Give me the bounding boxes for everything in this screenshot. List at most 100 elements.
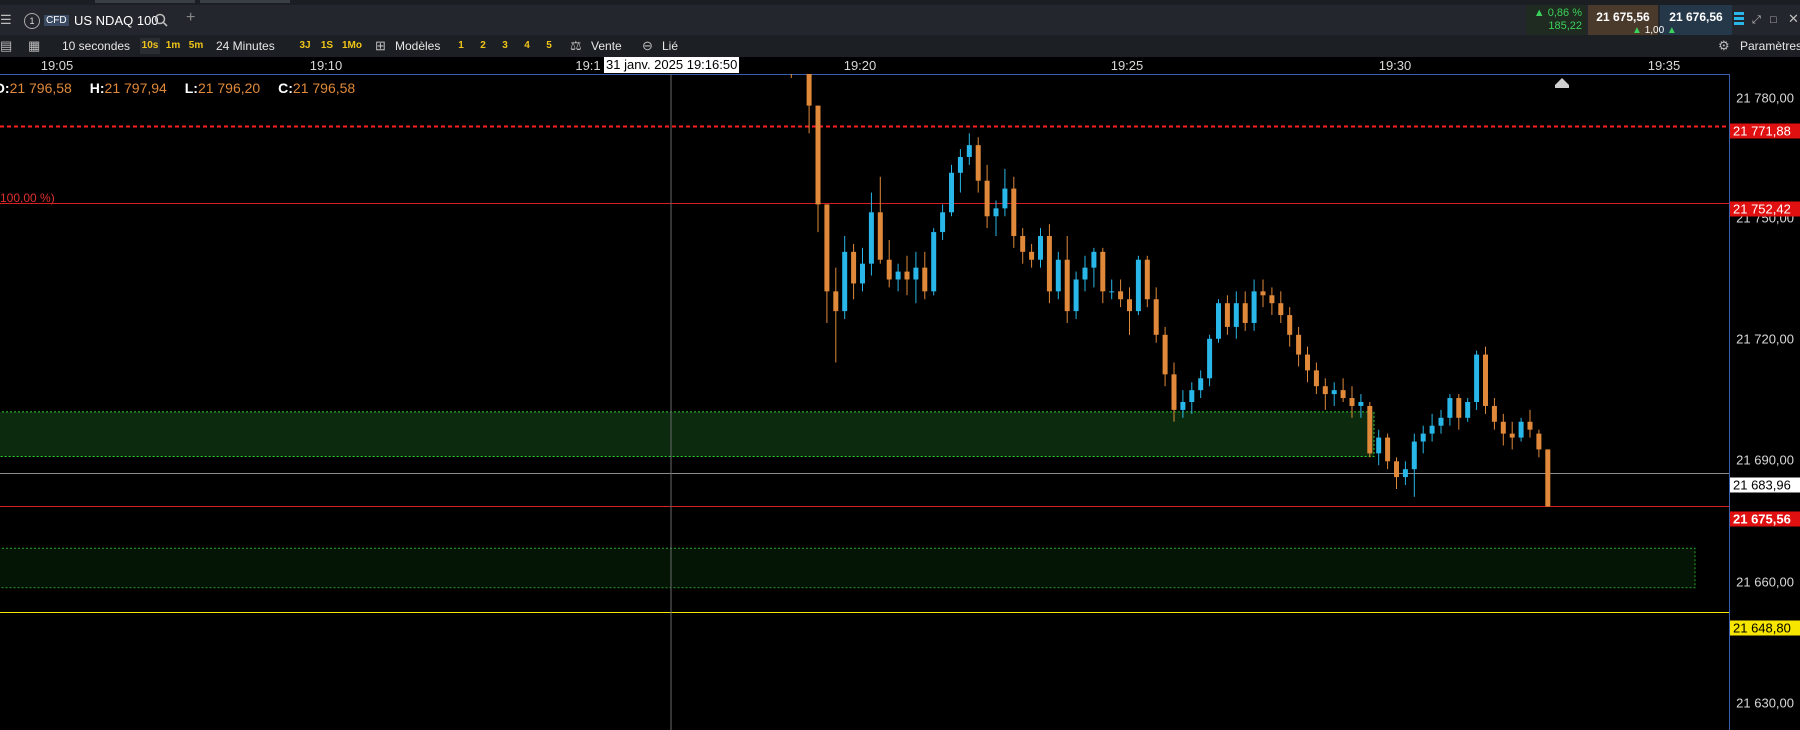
candle	[1135, 255, 1141, 316]
price-chart[interactable]	[0, 74, 1800, 730]
layout-3[interactable]: 3	[496, 38, 514, 54]
candle	[1438, 409, 1444, 434]
price-tick: 21 660,00	[1736, 574, 1794, 590]
candle	[1233, 291, 1239, 339]
candle	[949, 164, 954, 217]
candle	[1527, 409, 1533, 438]
candle	[1518, 417, 1524, 442]
cfd-badge: CFD	[44, 15, 69, 26]
candle-body	[1055, 259, 1061, 292]
search-icon[interactable]	[154, 13, 168, 30]
candle-body	[1358, 402, 1364, 406]
templates-menu[interactable]: Modèles	[395, 39, 440, 53]
candle-body	[1002, 188, 1008, 209]
time-tick: 19:05	[40, 58, 74, 73]
candle	[833, 267, 839, 363]
candle	[1082, 255, 1088, 292]
candle	[815, 105, 821, 233]
candle-body	[1518, 421, 1524, 438]
candle	[860, 247, 865, 292]
candle-body	[1082, 267, 1088, 280]
candle	[1278, 291, 1284, 323]
candle-body	[957, 156, 963, 173]
ohlc-legend: O:21 796,58 H:21 797,94 L:21 796,20 C:21…	[0, 80, 369, 96]
interval-10s[interactable]: 10s	[140, 38, 160, 54]
candle-body	[1073, 279, 1079, 312]
candle	[1394, 457, 1399, 489]
level-tag-red[interactable]: 21 752,42	[1730, 201, 1800, 217]
period-1mo[interactable]: 1Mo	[339, 38, 365, 54]
settings-button[interactable]: Paramètres	[1740, 39, 1800, 53]
plus-icon[interactable]: +	[186, 10, 195, 26]
candle-body	[1411, 441, 1417, 470]
level-tag-red-dashed[interactable]: 21 771,88	[1730, 123, 1800, 139]
candle-body	[1198, 378, 1204, 391]
candle-body	[1536, 433, 1542, 450]
candle	[1091, 247, 1097, 288]
layout-4[interactable]: 4	[518, 38, 536, 54]
close-icon[interactable]: ✕	[1788, 12, 1799, 26]
candle	[1038, 228, 1043, 268]
candle-body	[1385, 437, 1391, 462]
candle-body	[1474, 354, 1480, 402]
layout-2[interactable]: 2	[474, 38, 492, 54]
level-tag-yellow[interactable]: 21 648,80	[1730, 620, 1800, 636]
period-3j[interactable]: 3J	[295, 38, 315, 54]
sell-icon: ⚖	[570, 38, 582, 53]
candle-body	[1456, 398, 1462, 418]
gear-icon[interactable]: ⚙	[1718, 39, 1730, 53]
interval-5m[interactable]: 5m	[185, 38, 207, 54]
templates-icon: ⊞	[375, 38, 386, 53]
list-icon[interactable]: ▤	[0, 39, 12, 53]
interval-select[interactable]: 10 secondes	[62, 39, 130, 53]
candle-body	[975, 145, 981, 181]
support-zone[interactable]	[0, 411, 1375, 458]
time-tick: 19:10	[309, 58, 343, 73]
candle	[790, 74, 792, 78]
candle	[1189, 382, 1195, 414]
range-select[interactable]: 24 Minutes	[216, 39, 275, 53]
candle	[1305, 346, 1310, 383]
candle-body	[1100, 251, 1106, 292]
price-tick: 21 780,00	[1736, 90, 1794, 106]
candle-body	[877, 212, 883, 260]
menu-icon[interactable]: ☰	[0, 13, 12, 27]
scroll-to-end-icon[interactable]	[1555, 78, 1569, 88]
candle	[877, 176, 883, 264]
candle-body	[1260, 291, 1266, 296]
candle-body	[1509, 433, 1515, 438]
candle	[1162, 326, 1168, 387]
candle-body	[833, 291, 839, 312]
sell-button[interactable]: Vente	[591, 39, 622, 53]
layout-5[interactable]: 5	[540, 38, 558, 54]
candle	[1073, 271, 1079, 320]
grid-layout-icon[interactable]: ▦	[28, 39, 40, 53]
color-link-icon[interactable]	[1734, 12, 1744, 15]
linked-button[interactable]: Lié	[662, 39, 678, 53]
candle-body	[922, 267, 928, 292]
candle	[1002, 168, 1008, 217]
candle-body	[815, 105, 821, 205]
candle-body	[949, 172, 954, 213]
low-value: 21 796,20	[197, 80, 261, 96]
candle-body	[984, 180, 990, 217]
candle	[913, 251, 919, 304]
instrument-name[interactable]: US NDAQ 100	[74, 13, 159, 28]
window-tab[interactable]	[95, 0, 195, 3]
candle	[1429, 413, 1435, 442]
period-1s[interactable]: 1S	[317, 38, 337, 54]
time-tick: 19:35	[1647, 58, 1681, 73]
popout-icon[interactable]: ⤢	[1752, 13, 1761, 27]
layout-1[interactable]: 1	[452, 38, 470, 54]
window-tab[interactable]	[200, 0, 290, 3]
support-zone[interactable]	[0, 547, 1696, 589]
candle-body	[1162, 334, 1168, 375]
candle-body	[1402, 469, 1408, 478]
change-pct: ▲ 0,86 %	[1533, 7, 1582, 19]
candle	[1118, 279, 1124, 308]
link-icon: ⊖	[642, 38, 653, 53]
maximize-icon[interactable]: □	[1770, 13, 1777, 27]
close-label: C:	[278, 80, 293, 96]
interval-1m[interactable]: 1m	[163, 38, 183, 54]
candle-body	[1153, 299, 1159, 335]
